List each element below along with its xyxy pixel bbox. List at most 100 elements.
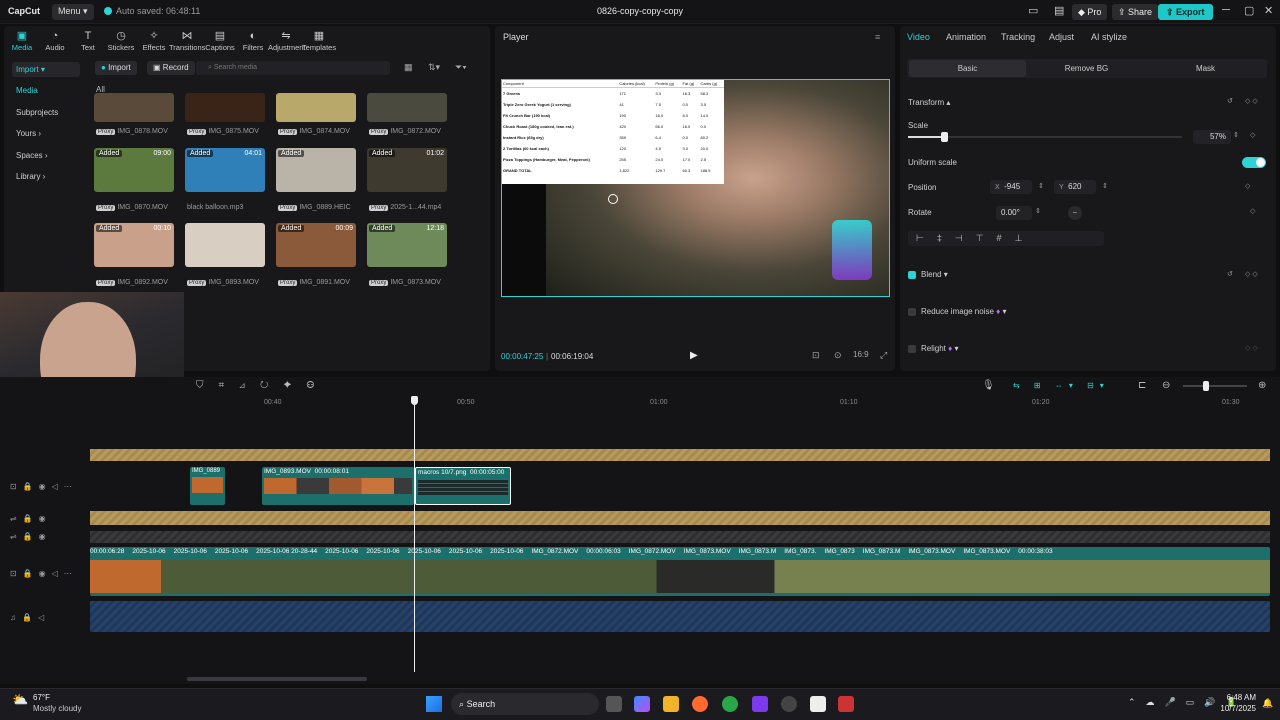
media-item[interactable] — [276, 93, 356, 122]
media-item[interactable] — [367, 93, 447, 122]
toolbar-audio[interactable]: ◔ Audio — [37, 30, 73, 52]
transform-section[interactable]: Transform ▴ — [908, 98, 950, 107]
align-bottom-icon[interactable]: ⊥ — [1015, 233, 1036, 243]
reduce-noise-checkbox[interactable] — [908, 308, 916, 316]
music-track-controls[interactable]: ♫🔒◁ — [10, 613, 50, 622]
import-button[interactable]: ● Import — [95, 61, 137, 75]
keyframe-relight-icon[interactable]: ◇ ◇ — [1245, 344, 1258, 352]
search-input[interactable]: ⌕ Search media — [196, 61, 390, 75]
gold-track-controls[interactable]: ⇌🔒◉ — [10, 514, 52, 523]
snap-tools[interactable]: ⇆ ⊞ ⇔▾ ⊟▾ — [1013, 381, 1110, 390]
toolbar-stickers[interactable]: ◷ Stickers — [103, 30, 139, 52]
xbox-icon[interactable] — [722, 696, 738, 712]
align-middle-icon[interactable]: # — [997, 233, 1015, 243]
tab-tracking[interactable]: Tracking — [1001, 32, 1035, 42]
sidebar-item-yours[interactable]: Yours › — [12, 126, 80, 141]
audio-track-middle[interactable] — [90, 511, 1270, 525]
overlay-track-controls[interactable]: ⊡🔒◉◁⋯ — [10, 482, 78, 491]
reset-transform-icon[interactable]: ↺ — [1227, 97, 1233, 105]
sidebar-item-import[interactable]: Import ▾ — [12, 62, 80, 77]
zoom-handle[interactable] — [1203, 381, 1209, 391]
align-top-icon[interactable]: ⊤ — [976, 233, 997, 243]
project-title[interactable]: 0826-copy-copy-copy — [540, 6, 740, 16]
recorder-icon[interactable] — [838, 696, 854, 712]
export-button[interactable]: ⇪ Export — [1158, 4, 1213, 20]
mic-icon[interactable]: 🎙 — [982, 380, 995, 391]
sort-icon[interactable]: ⇅▾ — [428, 62, 440, 73]
copilot-icon[interactable] — [634, 696, 650, 712]
relight-checkbox[interactable] — [908, 345, 916, 353]
person-icon[interactable]: ⚇ — [306, 380, 329, 391]
empty-track[interactable] — [90, 531, 1270, 543]
snapshot-icon[interactable]: ⊙ — [834, 350, 842, 361]
grid-view-icon[interactable]: ▦ — [404, 62, 413, 73]
toolbar-captions[interactable]: ▤ Captions — [202, 30, 238, 52]
position-keyframe-icon[interactable]: ◇ — [1245, 182, 1250, 190]
toolbar-effects[interactable]: ✧ Effects — [136, 30, 172, 52]
zoom-out-icon[interactable]: ⊖ — [1162, 380, 1170, 391]
minimize-icon[interactable]: ─ — [1222, 4, 1230, 16]
media-item[interactable] — [185, 223, 265, 267]
maximize-icon[interactable]: ▢ — [1244, 4, 1254, 17]
media-item[interactable]: Added 04:01 — [185, 148, 265, 192]
position-x-input[interactable]: X -945 — [990, 180, 1032, 194]
media-item[interactable]: Added — [276, 148, 356, 192]
app-icon[interactable] — [752, 696, 768, 712]
firefox-icon[interactable] — [692, 696, 708, 712]
align-right-icon[interactable]: ⊣ — [955, 233, 976, 243]
play-icon[interactable]: ▶ — [690, 350, 698, 361]
main-track-controls[interactable]: ⊡🔒◉◁⋯ — [10, 569, 78, 578]
weather-icon[interactable]: ⛅ — [12, 692, 28, 708]
capcut-icon[interactable] — [810, 696, 826, 712]
tab-animation[interactable]: Animation — [946, 32, 986, 42]
media-item[interactable]: Added 12:18 — [367, 223, 447, 267]
rotate-stepper-icon[interactable]: ⇕ — [1035, 207, 1041, 215]
media-item[interactable] — [94, 93, 174, 122]
rotate-keyframe-icon[interactable]: ◇ — [1250, 207, 1255, 215]
ratio-icon[interactable]: 16:9 — [853, 350, 869, 359]
scale-keyframe-icon[interactable]: ◇ — [1250, 131, 1255, 139]
scale-stepper-icon[interactable]: ⇕ — [1233, 131, 1239, 139]
audio-track-top[interactable] — [90, 449, 1270, 461]
media-item[interactable]: Added 01:02 — [367, 148, 447, 192]
x-stepper-icon[interactable]: ⇕ — [1038, 182, 1044, 190]
gray-track-controls[interactable]: ⇌🔒◉ — [10, 532, 52, 541]
preview-axis-icon[interactable]: ⊏ — [1138, 380, 1146, 391]
timeline-scrollbar[interactable] — [187, 677, 367, 681]
align-center-icon[interactable]: ‡ — [937, 233, 955, 243]
subtab-remove-bg[interactable]: Remove BG — [1028, 60, 1145, 77]
close-icon[interactable]: ✕ — [1264, 4, 1273, 17]
rotate-input[interactable]: 0.00° — [996, 206, 1032, 220]
sidebar-item-subprojects[interactable]: Subprojects — [12, 105, 80, 120]
filter-icon[interactable]: ⏷▾ — [455, 62, 467, 73]
fullscreen-icon[interactable]: ⤢ — [880, 350, 887, 361]
toolbar-transitions[interactable]: ⋈ Transitions — [169, 30, 205, 52]
shortcuts-icon[interactable]: ▤ — [1054, 4, 1064, 17]
overlay-clip-2[interactable]: IMG_0893.MOV 00:00:08:01 — [262, 467, 414, 505]
zoom-in-icon[interactable]: ⊕ — [1258, 380, 1266, 391]
task-view-icon[interactable] — [606, 696, 622, 712]
sidebar-item-spaces[interactable]: Spaces › — [12, 148, 80, 163]
media-item[interactable]: Added 00:10 — [94, 223, 174, 267]
pro-button[interactable]: ◆ Pro — [1072, 4, 1108, 20]
overlay-clip-1[interactable]: IMG_0889 — [190, 467, 225, 505]
keyframe-transform-icon[interactable]: ◇ ◇ — [1245, 97, 1258, 105]
tab-adjust[interactable]: Adjust — [1049, 32, 1074, 42]
rotate-dial-icon[interactable]: – — [1068, 206, 1082, 220]
toolbar-adjustment[interactable]: ⇋ Adjustment — [268, 30, 306, 52]
subtab-basic[interactable]: Basic — [909, 60, 1026, 77]
scale-slider-handle[interactable] — [941, 132, 948, 142]
video-preview[interactable]: Component Calories (kcal) Protein (g) Fat (… — [501, 79, 890, 297]
rotate-handle-icon[interactable] — [608, 194, 618, 204]
music-track[interactable] — [90, 601, 1270, 632]
menu-button[interactable]: Menu ▾ — [52, 4, 94, 20]
file-explorer-icon[interactable] — [663, 696, 679, 712]
mirror-icon[interactable]: ⊿ — [239, 380, 260, 391]
obs-icon[interactable] — [781, 696, 797, 712]
overlay-clip-3-selected[interactable]: macros 10/7.png 00:00:05:00 — [415, 467, 511, 505]
toolbar-media[interactable]: ▣ Media — [4, 30, 40, 52]
playhead[interactable] — [414, 396, 415, 672]
auto-icon[interactable]: ✦ — [283, 380, 306, 391]
sidebar-item-library[interactable]: Library › — [12, 169, 80, 184]
main-video-track[interactable]: 00:00:06:28 2025-10-06 2025-10-06 2025-10-0… — [90, 547, 1270, 596]
